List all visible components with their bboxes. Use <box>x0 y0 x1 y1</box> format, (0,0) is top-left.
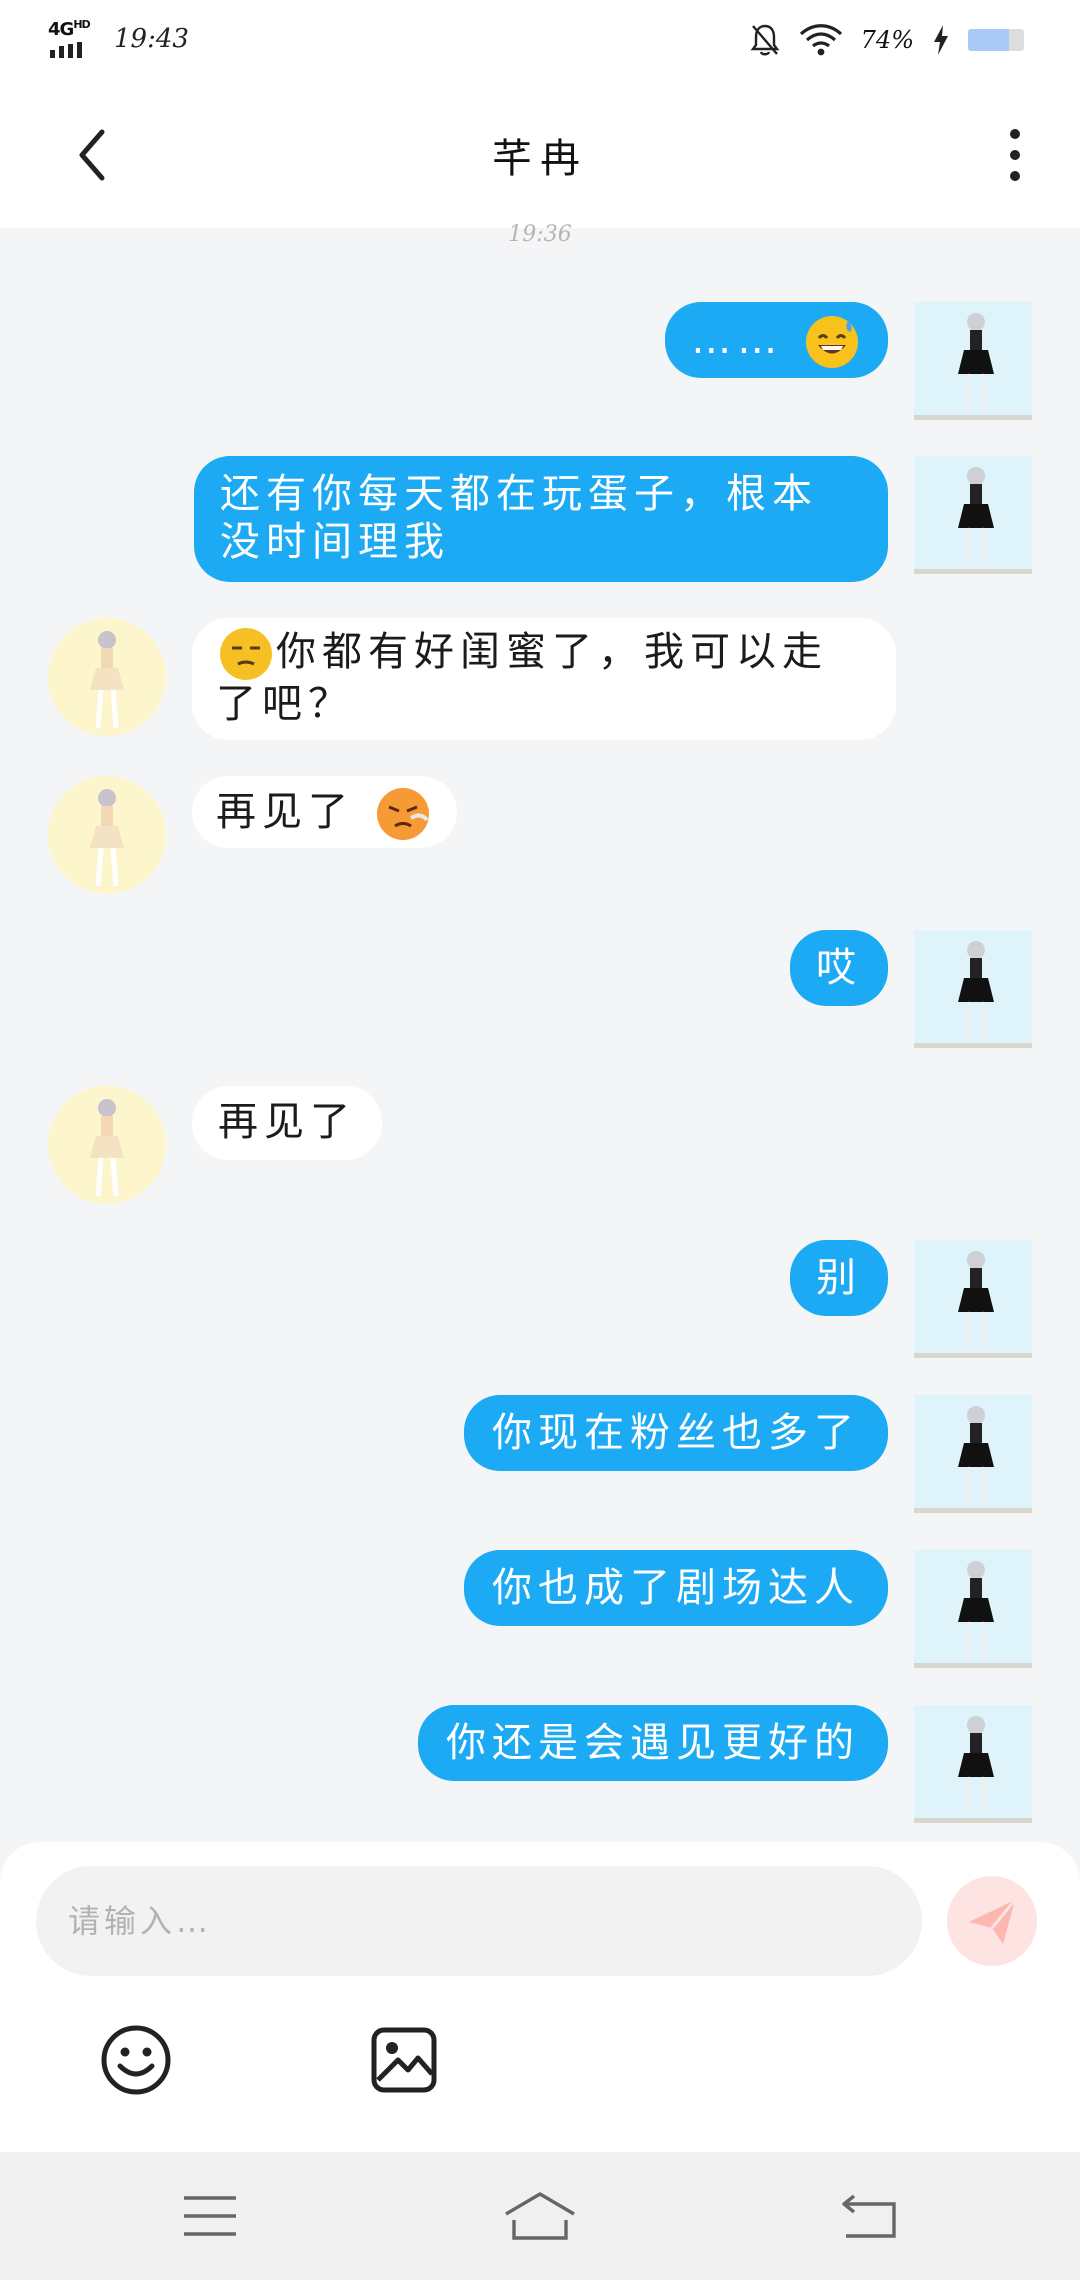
chat-header: 芊冉 <box>0 80 1080 228</box>
message-text: 别 <box>816 1255 862 1301</box>
message-text: …… <box>691 317 784 363</box>
chat-timestamp: 19:36 <box>508 222 572 247</box>
emoji-icon <box>101 2025 171 2095</box>
more-vertical-icon <box>1010 129 1020 181</box>
steam-face-emoji-icon <box>376 788 429 840</box>
girl-figure-icon <box>958 467 994 565</box>
self-avatar[interactable] <box>914 930 1032 1048</box>
battery-percent: 74% <box>860 26 914 54</box>
message-bubble[interactable]: 还有你每天都在玩蛋子，根本没时间理我 <box>194 456 888 582</box>
page-title: 芊冉 <box>492 136 588 182</box>
self-avatar[interactable] <box>914 1395 1032 1513</box>
girl-figure-icon <box>90 631 124 729</box>
girl-figure-icon <box>958 1406 994 1504</box>
message-bubble[interactable]: 再见了 <box>192 776 457 848</box>
contact-avatar[interactable] <box>48 618 166 736</box>
self-avatar[interactable] <box>914 1550 1032 1668</box>
menu-icon <box>184 2196 236 2236</box>
message-text: 哎 <box>816 945 862 991</box>
battery-icon <box>968 29 1024 51</box>
girl-figure-icon <box>958 313 994 411</box>
network-hd: HD <box>73 18 90 31</box>
message-composer: 请输入… <box>0 1842 1080 2152</box>
mute-bell-icon <box>750 24 780 56</box>
image-button[interactable] <box>366 2022 442 2098</box>
message-input[interactable]: 请输入… <box>36 1866 922 1976</box>
self-avatar[interactable] <box>914 302 1032 420</box>
self-avatar[interactable] <box>914 456 1032 574</box>
self-avatar[interactable] <box>914 1705 1032 1823</box>
status-icons: 74% <box>749 20 1024 60</box>
message-bubble[interactable]: 别 <box>790 1240 888 1316</box>
contact-avatar[interactable] <box>48 776 166 894</box>
girl-figure-icon <box>958 1251 994 1349</box>
message-text: 还有你每天都在玩蛋子，根本没时间理我 <box>220 471 818 565</box>
message-text: 你也成了剧场达人 <box>492 1565 860 1611</box>
message-bubble[interactable]: 你都有好闺蜜了，我可以走了吧？ <box>192 618 896 740</box>
send-icon <box>969 1899 1017 1944</box>
network-type: 4G <box>48 19 74 40</box>
unamused-face-emoji-icon <box>220 628 272 680</box>
image-icon <box>371 2027 437 2093</box>
back-icon <box>842 2194 896 2238</box>
message-bubble[interactable]: 哎 <box>790 930 888 1006</box>
status-time: 19:43 <box>114 24 189 54</box>
contact-avatar[interactable] <box>48 1086 166 1204</box>
emoji-button[interactable] <box>98 2022 174 2098</box>
girl-figure-icon <box>90 789 124 887</box>
girl-figure-icon <box>90 1099 124 1197</box>
wifi-icon <box>799 24 842 56</box>
system-nav-bar <box>0 2152 1080 2280</box>
message-bubble[interactable]: 你也成了剧场达人 <box>464 1550 888 1626</box>
message-text: 你现在粉丝也多了 <box>492 1410 860 1456</box>
message-text: 再见了 <box>218 1099 356 1145</box>
message-bubble[interactable]: 你还是会遇见更好的 <box>418 1705 888 1781</box>
self-avatar[interactable] <box>914 1240 1032 1358</box>
girl-figure-icon <box>958 1716 994 1814</box>
battery-fill <box>968 29 1010 51</box>
grinning-sweat-emoji-icon <box>806 316 858 368</box>
more-options-button[interactable] <box>990 120 1040 190</box>
home-icon <box>505 2192 575 2240</box>
home-button[interactable] <box>502 2188 578 2244</box>
menu-button[interactable] <box>172 2188 248 2244</box>
back-nav-button[interactable] <box>832 2188 908 2244</box>
charging-icon <box>934 25 948 55</box>
message-bubble[interactable]: …… <box>665 302 888 378</box>
message-text: 你都有好闺蜜了，我可以走了吧？ <box>216 629 828 727</box>
signal-icon: 4GHD <box>48 18 100 58</box>
message-text: 再见了 <box>216 789 354 835</box>
girl-figure-icon <box>958 941 994 1039</box>
send-button[interactable] <box>947 1876 1037 1966</box>
message-text: 你还是会遇见更好的 <box>446 1720 860 1766</box>
message-bubble[interactable]: 再见了 <box>192 1086 382 1160</box>
message-bubble[interactable]: 你现在粉丝也多了 <box>464 1395 888 1471</box>
girl-figure-icon <box>958 1561 994 1659</box>
status-bar: 4GHD 19:43 74% <box>0 0 1080 80</box>
